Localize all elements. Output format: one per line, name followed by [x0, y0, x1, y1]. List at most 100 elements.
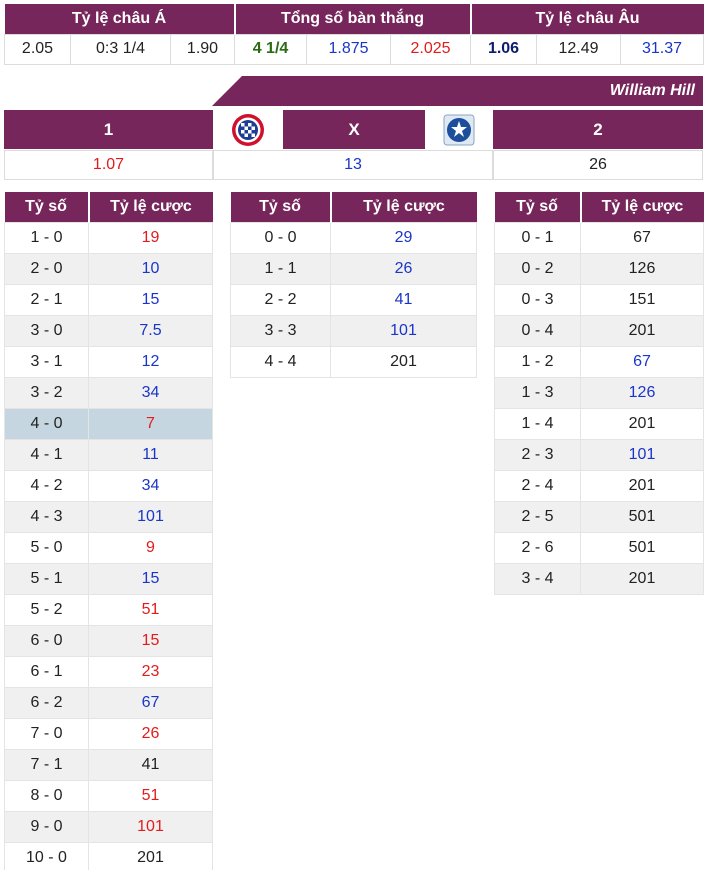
- score-cell: 0 - 2: [494, 252, 581, 285]
- score-cell: 8 - 0: [4, 779, 89, 812]
- score-row: 1 - 2 67: [494, 345, 704, 378]
- score-cell: 1 - 4: [494, 407, 581, 440]
- odds-value: 4 1/4: [234, 33, 307, 65]
- score-cell: 3 - 2: [4, 376, 89, 409]
- odds-cell: 15: [88, 562, 213, 595]
- score-cell: 0 - 3: [494, 283, 581, 316]
- score-row: 5 - 1 15: [4, 562, 213, 595]
- odds-value: 12.49: [536, 33, 622, 65]
- odds-cell: 41: [330, 283, 477, 316]
- odds-cell: 101: [88, 500, 213, 533]
- odds-cell: 41: [88, 748, 213, 781]
- odds-cell: 15: [88, 624, 213, 657]
- score-cell: 4 - 1: [4, 438, 89, 471]
- odds-cell: 151: [580, 283, 704, 316]
- odds-cell: 10: [88, 252, 213, 285]
- odds-cell: 201: [580, 469, 704, 502]
- score-cell: 5 - 2: [4, 593, 89, 626]
- score-cell: 2 - 1: [4, 283, 89, 316]
- match-result-odds: 1 X 2 1.07 13 26: [4, 110, 703, 180]
- score-cell: 4 - 0: [4, 407, 89, 440]
- odds-cell: 15: [88, 283, 213, 316]
- home-win-scores-table: Tỷ số Tỷ lệ cược 1 - 0 19 2 - 0 10 2 - 1 15 3 …: [4, 192, 213, 870]
- score-cell: 6 - 1: [4, 655, 89, 688]
- odds-cell: 201: [88, 841, 213, 870]
- score-row: 6 - 0 15: [4, 624, 213, 657]
- score-row: 7 - 0 26: [4, 717, 213, 750]
- odds-value: 2.05: [4, 33, 71, 65]
- odds-cell: 501: [580, 500, 704, 533]
- odds-column-header: Tỷ lệ cược: [330, 192, 477, 222]
- score-cell: 2 - 4: [494, 469, 581, 502]
- score-cell: 1 - 2: [494, 345, 581, 378]
- odds-cell: 23: [88, 655, 213, 688]
- score-cell: 3 - 0: [4, 314, 89, 347]
- score-row: 5 - 09: [4, 531, 213, 564]
- draw-header: X: [283, 110, 425, 149]
- total-goals-header: Tổng số bàn thắng: [234, 4, 472, 34]
- score-row: 6 - 1 23: [4, 655, 213, 688]
- odds-cell: 9: [88, 531, 213, 564]
- draw-scores-table: Tỷ số Tỷ lệ cược 0 - 0 29 1 - 1 26 2 - 2 41 3 …: [230, 192, 477, 378]
- score-row: 5 - 2 51: [4, 593, 213, 626]
- odds-cell: 19: [88, 221, 213, 254]
- darmstadt-logo-icon: [426, 110, 492, 149]
- odds-cell: 11: [88, 438, 213, 471]
- score-row: 2 - 1 15: [4, 283, 213, 316]
- odds-summary-row: 2.05 0:3 1/4 1.90 4 1/4 1.875 2.025 1.06…: [4, 33, 704, 65]
- odds-cell: 201: [580, 407, 704, 440]
- odds-cell: 67: [580, 221, 704, 254]
- odds-value: 1.90: [170, 33, 235, 65]
- score-cell: 2 - 5: [494, 500, 581, 533]
- score-cell: 1 - 0: [4, 221, 89, 254]
- score-row: 3 - 2 34: [4, 376, 213, 409]
- score-row: 4 - 4 201: [230, 345, 477, 378]
- score-cell: 4 - 3: [4, 500, 89, 533]
- odds-cell: 51: [88, 779, 213, 812]
- score-row: 1 - 4 201: [494, 407, 704, 440]
- score-row: 4 - 1 11: [4, 438, 213, 471]
- odds-cell: 67: [88, 686, 213, 719]
- score-column-header: Tỷ số: [230, 192, 332, 222]
- odds-value: 2.025: [389, 33, 472, 65]
- odds-cell: 126: [580, 376, 704, 409]
- draw-odds: 13: [213, 150, 493, 180]
- score-cell: 2 - 0: [4, 252, 89, 285]
- odds-cell: 34: [88, 376, 213, 409]
- score-row: 0 - 1 67: [494, 221, 704, 254]
- score-row: 1 - 3 126: [494, 376, 704, 409]
- score-cell: 3 - 3: [230, 314, 331, 347]
- score-row: 2 - 3 101: [494, 438, 704, 471]
- odds-cell: 101: [88, 810, 213, 843]
- score-cell: 0 - 1: [494, 221, 581, 254]
- score-cell: 4 - 4: [230, 345, 331, 378]
- odds-cell: 101: [330, 314, 477, 347]
- odds-cell: 12: [88, 345, 213, 378]
- score-row: 7 - 1 41: [4, 748, 213, 781]
- score-cell: 0 - 0: [230, 221, 331, 254]
- score-cell: 1 - 1: [230, 252, 331, 285]
- score-cell: 7 - 1: [4, 748, 89, 781]
- score-row: 0 - 0 29: [230, 221, 477, 254]
- score-cell: 3 - 4: [494, 562, 581, 595]
- score-cell: 5 - 0: [4, 531, 89, 564]
- odds-value: 1.06: [470, 33, 538, 65]
- odds-summary-table: Tỷ lệ châu Á Tổng số bàn thắng Tỷ lệ châ…: [4, 4, 704, 65]
- score-row: 2 - 5 501: [494, 500, 704, 533]
- score-row: 3 - 1 12: [4, 345, 213, 378]
- score-row: 4 - 07: [4, 407, 213, 440]
- score-cell: 7 - 0: [4, 717, 89, 750]
- score-cell: 10 - 0: [4, 841, 89, 870]
- score-row: 9 - 0 101: [4, 810, 213, 843]
- score-row: 1 - 1 26: [230, 252, 477, 285]
- european-odds-header: Tỷ lệ châu Âu: [470, 4, 704, 34]
- home-win-odds: 1.07: [4, 150, 213, 180]
- odds-cell: 126: [580, 252, 704, 285]
- score-row: 3 - 3 101: [230, 314, 477, 347]
- bayern-munich-logo-icon: [214, 110, 282, 149]
- odds-cell: 201: [580, 562, 704, 595]
- score-row: 6 - 2 67: [4, 686, 213, 719]
- score-row: 3 - 4 201: [494, 562, 704, 595]
- score-cell: 6 - 0: [4, 624, 89, 657]
- score-row: 2 - 6 501: [494, 531, 704, 564]
